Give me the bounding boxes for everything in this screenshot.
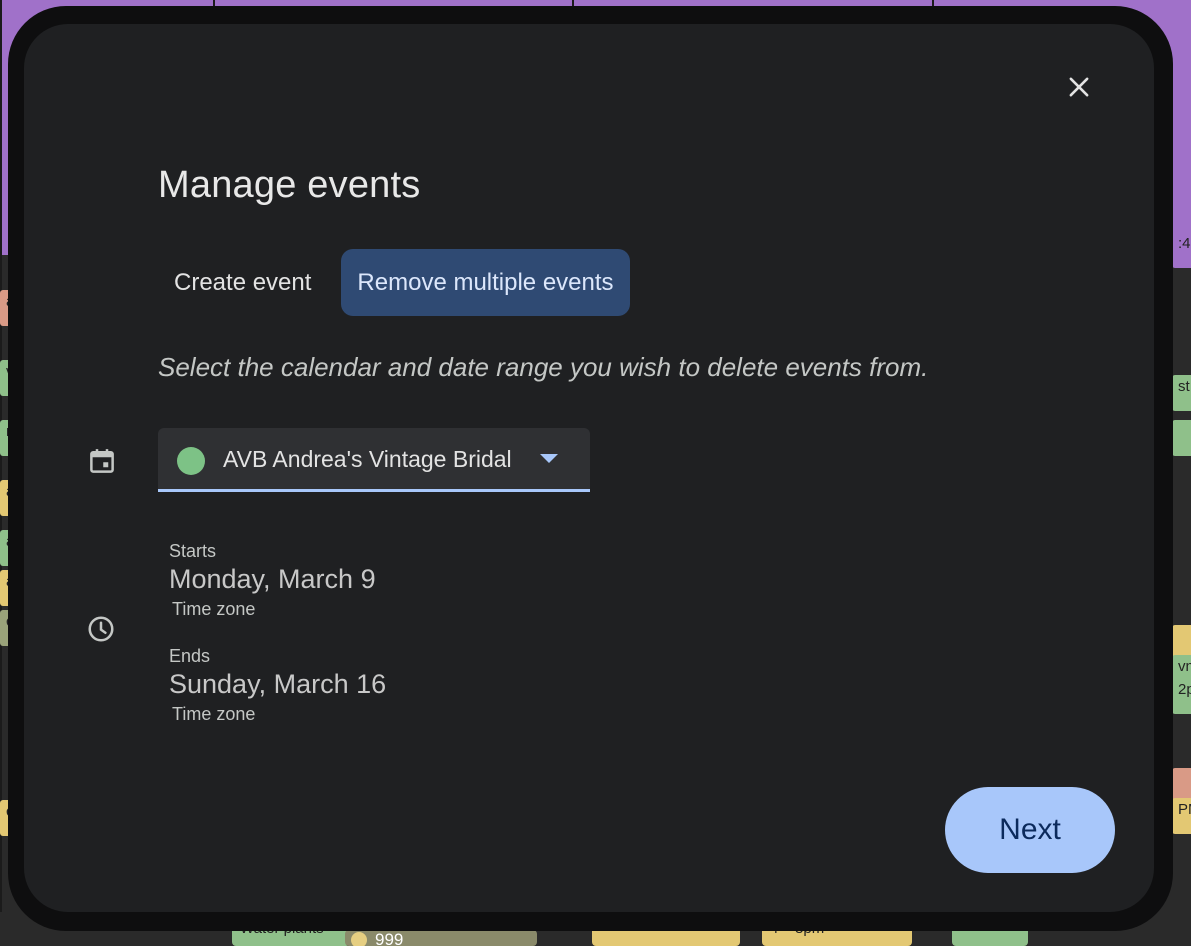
end-timezone-link[interactable]: Time zone [172, 704, 386, 725]
manage-events-dialog: Manage events Create event Remove multip… [24, 24, 1154, 912]
time-row-icon [86, 614, 116, 644]
next-button[interactable]: Next [945, 787, 1115, 873]
calendar-mini-icon [351, 932, 367, 946]
calendar-event-icon [90, 449, 114, 473]
event-chip[interactable]: PM [1172, 798, 1191, 834]
end-date-block: Ends Sunday, March 16 Time zone [169, 646, 386, 725]
event-chip [1172, 420, 1191, 456]
end-date[interactable]: Sunday, March 16 [169, 669, 386, 700]
calendar-color-dot [177, 447, 205, 475]
start-timezone-link[interactable]: Time zone [172, 599, 376, 620]
calendar-name: AVB Andrea's Vintage Bridal [223, 446, 512, 472]
tab-create-event[interactable]: Create event [158, 249, 327, 316]
calendar-row-icon [87, 446, 117, 476]
event-chip[interactable]: 999 [345, 930, 537, 946]
event-chip[interactable]: 2p [1172, 678, 1191, 714]
mode-tabs: Create event Remove multiple events [158, 249, 630, 316]
chevron-down-icon [540, 454, 558, 463]
event-chip[interactable]: :4 [1172, 232, 1191, 268]
tab-remove-multiple-events[interactable]: Remove multiple events [341, 249, 630, 316]
start-date[interactable]: Monday, March 9 [169, 564, 376, 595]
end-caption: Ends [169, 646, 211, 666]
calendar-select[interactable]: AVB Andrea's Vintage Bridal [158, 428, 590, 492]
dialog-title: Manage events [158, 164, 421, 206]
close-icon [1069, 77, 1089, 97]
instruction-text: Select the calendar and date range you w… [158, 352, 929, 382]
start-date-block: Starts Monday, March 9 Time zone [169, 541, 376, 620]
event-chip[interactable]: st, [1172, 375, 1191, 411]
clock-icon [88, 616, 114, 642]
close-button[interactable] [1052, 60, 1106, 114]
start-caption: Starts [169, 541, 217, 561]
